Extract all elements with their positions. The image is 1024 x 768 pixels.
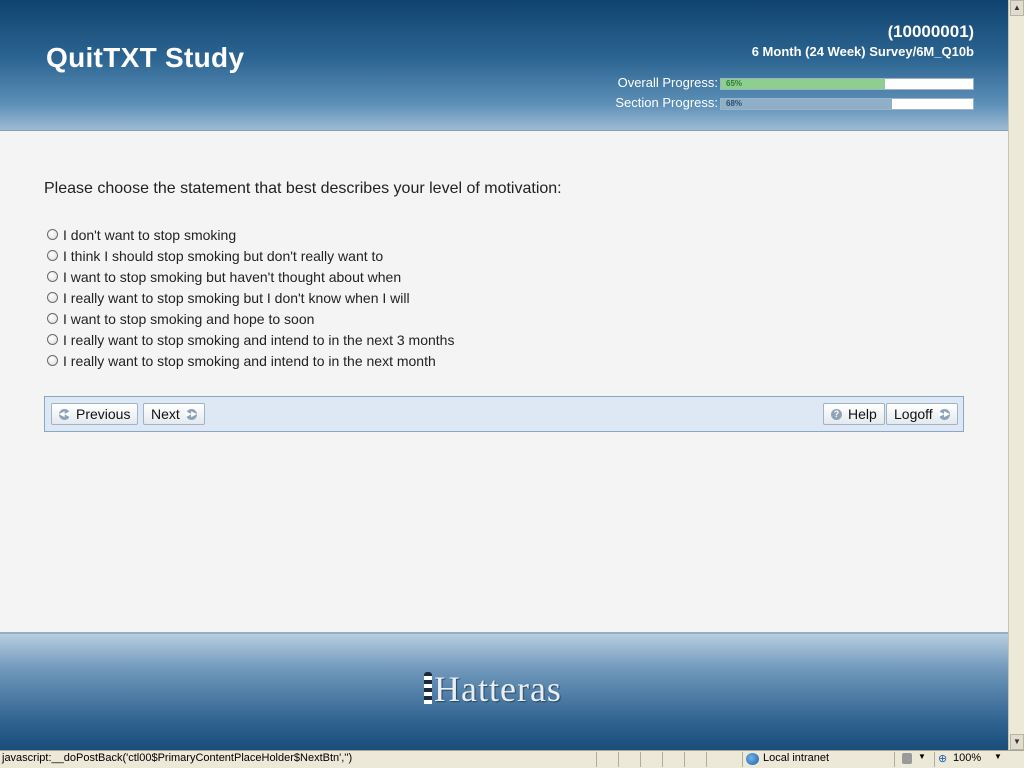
answer-options: I don't want to stop smoking I think I s…	[44, 224, 964, 371]
answer-option[interactable]: I don't want to stop smoking	[44, 224, 964, 245]
question-area: Please choose the statement that best de…	[44, 180, 964, 371]
section-progress-fill	[721, 99, 893, 109]
forward-icon: ▶▶	[185, 408, 197, 420]
scroll-up-icon[interactable]: ▲	[1010, 0, 1024, 16]
radio-button[interactable]	[47, 355, 58, 366]
answer-option[interactable]: I want to stop smoking but haven't thoug…	[44, 266, 964, 287]
next-button[interactable]: Next ▶▶	[143, 403, 205, 425]
help-icon: ?	[831, 408, 842, 420]
hatteras-logo: Hatteras	[424, 668, 584, 712]
radio-button[interactable]	[47, 334, 58, 345]
chevron-down-icon[interactable]: ▼	[994, 752, 1002, 761]
section-progress-label: Section Progress:	[615, 95, 718, 110]
chevron-down-icon[interactable]: ▼	[918, 752, 926, 761]
navigation-bar: ◀◀ Previous Next ▶▶ ? Help Logoff ▶▶	[44, 396, 964, 432]
logoff-button[interactable]: Logoff ▶▶	[886, 403, 958, 425]
radio-button[interactable]	[47, 292, 58, 303]
section-progress-value: 68%	[726, 99, 743, 108]
forward-icon: ▶▶	[938, 408, 950, 420]
answer-option[interactable]: I think I should stop smoking but don't …	[44, 245, 964, 266]
question-text: Please choose the statement that best de…	[44, 180, 562, 197]
answer-option[interactable]: I want to stop smoking and hope to soon	[44, 308, 964, 329]
study-title: QuitTXT Study	[46, 42, 245, 73]
radio-button[interactable]	[47, 229, 58, 240]
survey-path: 6 Month (24 Week) Survey/6M_Q10b	[751, 44, 974, 59]
overall-progress-fill	[721, 79, 885, 89]
radio-button[interactable]	[47, 313, 58, 324]
zoom-level[interactable]: 100%	[953, 752, 981, 764]
status-text: javascript:__doPostBack('ctl00$PrimaryCo…	[2, 752, 353, 764]
overall-progress-value: 65%	[726, 79, 743, 88]
rewind-icon: ◀◀	[59, 408, 70, 420]
scroll-down-icon[interactable]: ▼	[1010, 734, 1024, 750]
overall-progress-bar: 65%	[720, 78, 974, 90]
protected-mode-icon[interactable]	[902, 753, 912, 764]
security-zone: Local intranet	[763, 752, 830, 764]
footer: Hatteras	[0, 632, 1008, 750]
answer-option[interactable]: I really want to stop smoking and intend…	[44, 350, 964, 371]
vertical-scrollbar[interactable]: ▲ ▼	[1008, 0, 1024, 750]
participant-id: (10000001)	[887, 22, 974, 41]
answer-option[interactable]: I really want to stop smoking but I don'…	[44, 287, 964, 308]
answer-option[interactable]: I really want to stop smoking and intend…	[44, 329, 964, 350]
overall-progress: Overall Progress: 65%	[574, 75, 974, 90]
section-progress: Section Progress: 68%	[574, 95, 974, 110]
radio-button[interactable]	[47, 250, 58, 261]
globe-icon	[746, 753, 759, 765]
page: QuitTXT Study (10000001) 6 Month (24 Wee…	[0, 0, 1008, 750]
magnifier-icon[interactable]: ⊕	[938, 752, 947, 765]
overall-progress-label: Overall Progress:	[617, 75, 718, 90]
header: QuitTXT Study (10000001) 6 Month (24 Wee…	[0, 0, 1008, 131]
radio-button[interactable]	[47, 271, 58, 282]
previous-button[interactable]: ◀◀ Previous	[51, 403, 139, 425]
status-bar: javascript:__doPostBack('ctl00$PrimaryCo…	[0, 750, 1024, 768]
section-progress-bar: 68%	[720, 98, 974, 110]
help-button[interactable]: ? Help	[823, 403, 885, 425]
lighthouse-icon	[424, 672, 432, 704]
